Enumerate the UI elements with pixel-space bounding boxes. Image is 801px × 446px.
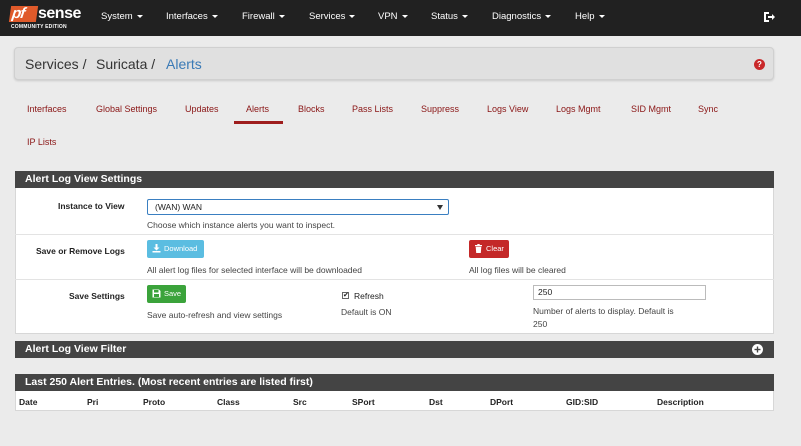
tab-blocks[interactable]: Blocks <box>298 103 325 115</box>
tab-logs-mgmt[interactable]: Logs Mgmt <box>556 103 601 115</box>
alert-count-input[interactable]: 250 <box>533 285 706 300</box>
plus-circle-icon[interactable] <box>752 344 763 355</box>
refresh-label: Refresh <box>354 291 384 301</box>
count-help-line1: Number of alerts to display. Default is <box>533 306 674 316</box>
refresh-help: Default is ON <box>341 307 392 317</box>
refresh-checkbox[interactable]: ✔ <box>342 292 349 299</box>
nav-diagnostics[interactable]: Diagnostics <box>492 11 552 23</box>
row-divider <box>15 279 774 280</box>
download-help: All alert log files for selected interfa… <box>147 265 362 275</box>
caret-down-icon <box>437 205 443 210</box>
help-icon[interactable]: ? <box>754 59 765 70</box>
col-sport[interactable]: SPort <box>352 397 375 408</box>
nav-firewall[interactable]: Firewall <box>242 11 285 23</box>
breadcrumb-services[interactable]: Services / <box>25 56 86 73</box>
nav-vpn[interactable]: VPN <box>378 11 408 23</box>
pfsense-logo[interactable]: pf sense COMMUNITY EDITION <box>8 5 84 31</box>
logout-icon[interactable] <box>762 10 776 24</box>
chevron-down-icon <box>598 14 605 18</box>
filter-panel-header[interactable]: Alert Log View Filter <box>15 341 774 358</box>
chevron-down-icon <box>278 14 285 18</box>
count-help-line2: 250 <box>533 319 548 329</box>
download-button[interactable]: Download <box>147 240 204 258</box>
chevron-down-icon <box>136 14 143 18</box>
chevron-down-icon <box>211 14 218 18</box>
top-navbar: pf sense COMMUNITY EDITION System Interf… <box>0 0 801 36</box>
instance-select[interactable]: (WAN) WAN <box>147 199 449 215</box>
tab-alerts[interactable]: Alerts <box>246 103 269 115</box>
breadcrumb-suricata[interactable]: Suricata / <box>96 56 155 73</box>
tab-interfaces[interactable]: Interfaces <box>27 103 67 115</box>
entries-panel-header: Last 250 Alert Entries. (Most recent ent… <box>15 374 774 391</box>
save-remove-label: Save or Remove Logs <box>36 246 125 256</box>
active-tab-indicator <box>234 121 283 124</box>
col-class[interactable]: Class <box>217 397 240 408</box>
save-button-label: Save <box>164 289 182 298</box>
logo-wordmark: sense <box>38 5 81 22</box>
clear-help: All log files will be cleared <box>469 265 566 275</box>
col-gid-sid[interactable]: GID:SID <box>566 397 598 408</box>
breadcrumb: Services / Suricata / Alerts ? <box>14 47 774 80</box>
instance-select-value: (WAN) WAN <box>155 202 203 212</box>
chevron-down-icon <box>349 14 356 18</box>
nav-interfaces[interactable]: Interfaces <box>166 11 218 23</box>
save-button[interactable]: Save <box>147 285 186 303</box>
save-icon <box>152 289 161 298</box>
chevron-down-icon <box>545 14 552 18</box>
col-description[interactable]: Description <box>657 397 704 408</box>
col-proto[interactable]: Proto <box>143 397 165 408</box>
tab-ip-lists[interactable]: IP Lists <box>27 136 56 148</box>
settings-panel-header: Alert Log View Settings <box>15 171 774 188</box>
tab-suppress[interactable]: Suppress <box>421 103 459 115</box>
download-icon <box>152 244 161 253</box>
tab-updates[interactable]: Updates <box>185 103 219 115</box>
check-icon: ✔ <box>343 292 349 299</box>
nav-system[interactable]: System <box>101 11 143 23</box>
nav-help[interactable]: Help <box>575 11 605 23</box>
nav-status[interactable]: Status <box>431 11 468 23</box>
trash-icon <box>475 244 482 253</box>
breadcrumb-alerts[interactable]: Alerts <box>166 56 202 73</box>
col-src[interactable]: Src <box>293 397 307 408</box>
save-settings-label: Save Settings <box>69 291 125 301</box>
tab-global-settings[interactable]: Global Settings <box>96 103 157 115</box>
clear-button-label: Clear <box>486 244 504 253</box>
save-help: Save auto-refresh and view settings <box>147 310 283 320</box>
nav-services[interactable]: Services <box>309 11 356 23</box>
chevron-down-icon <box>461 14 468 18</box>
download-button-label: Download <box>164 244 198 253</box>
filter-panel-title: Alert Log View Filter <box>25 343 127 355</box>
chevron-down-icon <box>401 14 408 18</box>
logo-subtitle: COMMUNITY EDITION <box>11 24 67 30</box>
tab-sid-mgmt[interactable]: SID Mgmt <box>631 103 671 115</box>
tab-logs-view[interactable]: Logs View <box>487 103 528 115</box>
col-dst[interactable]: Dst <box>429 397 443 408</box>
col-dport[interactable]: DPort <box>490 397 513 408</box>
instance-label: Instance to View <box>58 201 125 211</box>
col-pri[interactable]: Pri <box>87 397 98 408</box>
logo-pf-mark: pf <box>8 5 39 22</box>
row-divider <box>15 234 774 235</box>
col-date[interactable]: Date <box>19 397 37 408</box>
alert-count-value: 250 <box>538 287 553 297</box>
tab-pass-lists[interactable]: Pass Lists <box>352 103 393 115</box>
tab-sync[interactable]: Sync <box>698 103 718 115</box>
clear-button[interactable]: Clear <box>469 240 509 258</box>
instance-help: Choose which instance alerts you want to… <box>147 220 336 230</box>
